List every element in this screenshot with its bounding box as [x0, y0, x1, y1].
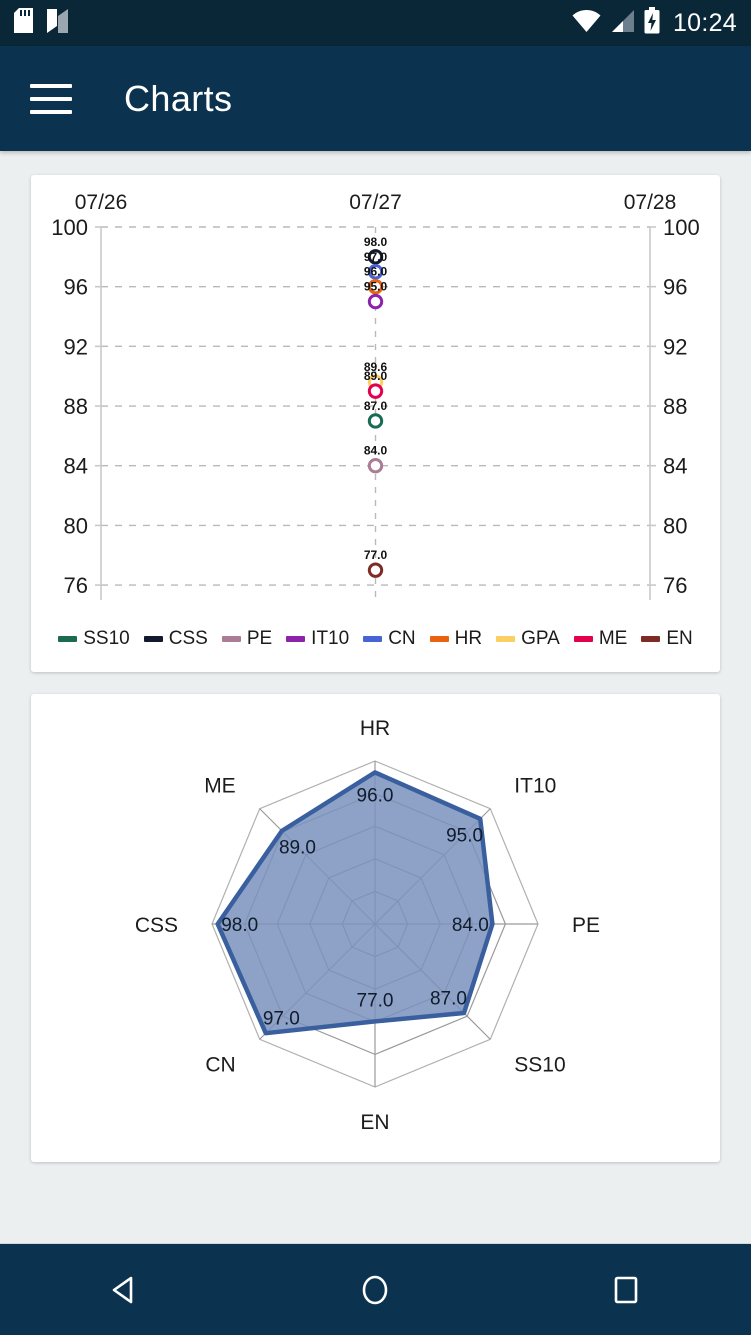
- battery-charging-icon: [644, 7, 660, 39]
- page-title: Charts: [124, 77, 233, 119]
- data-point-label: 77.0: [364, 548, 388, 562]
- y-axis-tick-label: 88: [663, 394, 687, 419]
- y-axis-tick-label: 96: [663, 275, 687, 300]
- radar-value-label: 77.0: [357, 990, 394, 1011]
- legend-label-it10: IT10: [311, 628, 350, 649]
- radar-value-label: 89.0: [279, 837, 316, 858]
- wifi-icon: [572, 9, 601, 38]
- legend-swatch-css: [143, 636, 163, 642]
- radar-axis-label-pe: PE: [572, 914, 600, 937]
- legend-swatch-me: [573, 636, 593, 642]
- radar-axis-label-cn: CN: [205, 1053, 235, 1076]
- line-chart-card: 07/26 07/27 07/28 76 76 80 80 84 84 88 88 92 92 96 96 1…: [31, 175, 720, 672]
- data-point-label: 89.0: [364, 369, 388, 383]
- status-bar-right-icons: 10:24: [572, 7, 737, 39]
- status-bar: 10:24: [0, 0, 751, 46]
- radar-axis-label-css: CSS: [135, 914, 178, 937]
- y-axis-tick-label: 80: [663, 513, 687, 538]
- radar-chart-card: HR IT10 PE SS10 EN CN CSS ME 96.0 95.0 84.0 87.0 77…: [31, 694, 720, 1162]
- y-axis-tick-label: 100: [51, 215, 88, 240]
- radar-chart: HR IT10 PE SS10 EN CN CSS ME 96.0 95.0 84.0 87.0 77…: [135, 717, 600, 1134]
- legend-label-css: CSS: [168, 628, 208, 649]
- y-axis-tick-label: 84: [64, 454, 88, 479]
- radar-axis-label-ss10: SS10: [514, 1053, 565, 1076]
- y-axis-tick-label: 92: [64, 334, 88, 359]
- legend-swatch-ss10: [58, 636, 78, 642]
- status-bar-clock: 10:24: [672, 8, 737, 37]
- radar-value-label: 95.0: [446, 825, 483, 846]
- legend-label-en: EN: [666, 628, 693, 649]
- legend-label-hr: HR: [454, 628, 483, 649]
- radar-axis-label-en: EN: [360, 1111, 389, 1134]
- y-axis-tick-label: 92: [663, 334, 687, 359]
- legend-label-me: ME: [598, 628, 628, 649]
- data-point-ss10[interactable]: [367, 413, 384, 429]
- back-triangle-icon[interactable]: [86, 1262, 164, 1318]
- radar-value-label: 87.0: [430, 988, 467, 1009]
- hamburger-menu-icon[interactable]: [30, 83, 72, 114]
- y-axis-tick-label: 96: [64, 275, 88, 300]
- legend-item-pe[interactable]: PE: [221, 628, 273, 650]
- data-point-label: 87.0: [364, 399, 388, 413]
- android-navigation-bar: [0, 1243, 751, 1335]
- legend-label-cn: CN: [388, 628, 416, 649]
- cellular-signal-icon: [610, 9, 635, 38]
- app-bar: Charts: [0, 46, 751, 151]
- recents-square-icon[interactable]: [587, 1262, 665, 1318]
- x-axis-tick-label: 07/27: [349, 191, 402, 214]
- data-point-en[interactable]: [367, 562, 384, 578]
- legend-swatch-cn: [363, 636, 383, 642]
- legend-label-pe: PE: [246, 628, 273, 649]
- y-axis-tick-label: 88: [64, 394, 88, 419]
- chart-legend: SS10 CSS PE IT10 CN HR GPA ME EN: [31, 628, 720, 650]
- radar-axis-label-it10: IT10: [514, 775, 556, 798]
- legend-swatch-hr: [429, 636, 449, 642]
- legend-item-cn[interactable]: CN: [363, 628, 416, 650]
- legend-item-gpa[interactable]: GPA: [496, 628, 560, 650]
- legend-item-it10[interactable]: IT10: [286, 628, 349, 650]
- y-axis-tick-label: 100: [663, 215, 700, 240]
- radar-axis-label-me: ME: [204, 775, 236, 798]
- x-axis-tick-label: 07/26: [75, 191, 128, 214]
- legend-label-gpa: GPA: [521, 628, 560, 649]
- nfc-n-icon: [45, 8, 70, 39]
- legend-item-me[interactable]: ME: [573, 628, 628, 650]
- legend-swatch-en: [641, 636, 661, 642]
- sd-card-icon: [14, 8, 33, 38]
- data-point-me[interactable]: [367, 383, 384, 399]
- y-axis-tick-label: 84: [663, 454, 687, 479]
- y-axis-tick-label: 80: [64, 513, 88, 538]
- legend-item-en[interactable]: EN: [641, 628, 693, 650]
- radar-value-label: 96.0: [357, 785, 394, 806]
- y-axis-tick-label: 76: [663, 573, 687, 598]
- y-axis-tick-label: 76: [64, 573, 88, 598]
- legend-item-hr[interactable]: HR: [429, 628, 483, 650]
- data-point-label: 84.0: [364, 444, 388, 458]
- radar-value-label: 84.0: [452, 915, 489, 936]
- content-area: 07/26 07/27 07/28 76 76 80 80 84 84 88 88 92 92 96 96 1…: [0, 151, 751, 1243]
- status-bar-left-icons: [14, 8, 70, 39]
- legend-item-ss10[interactable]: SS10: [58, 628, 130, 650]
- data-point-it10[interactable]: [367, 293, 384, 310]
- legend-item-css[interactable]: CSS: [143, 628, 208, 650]
- legend-swatch-it10: [286, 636, 306, 642]
- home-circle-icon[interactable]: [336, 1262, 414, 1318]
- data-point-label: 96.0: [364, 265, 388, 279]
- radar-value-label: 98.0: [221, 915, 258, 936]
- data-point-label: 98.0: [364, 235, 388, 249]
- legend-swatch-gpa: [496, 636, 516, 642]
- radar-axis-label-hr: HR: [360, 717, 390, 740]
- legend-swatch-pe: [221, 636, 241, 642]
- radar-value-label: 97.0: [263, 1009, 300, 1030]
- scatter-chart: 07/26 07/27 07/28 76 76 80 80 84 84 88 88 92 92 96 96 1…: [51, 191, 700, 600]
- data-point-label: 97.0: [364, 250, 388, 264]
- data-point-label: 95.0: [364, 280, 388, 294]
- legend-label-ss10: SS10: [83, 628, 130, 649]
- x-axis-tick-label: 07/28: [624, 191, 677, 214]
- data-point-pe[interactable]: [367, 458, 384, 474]
